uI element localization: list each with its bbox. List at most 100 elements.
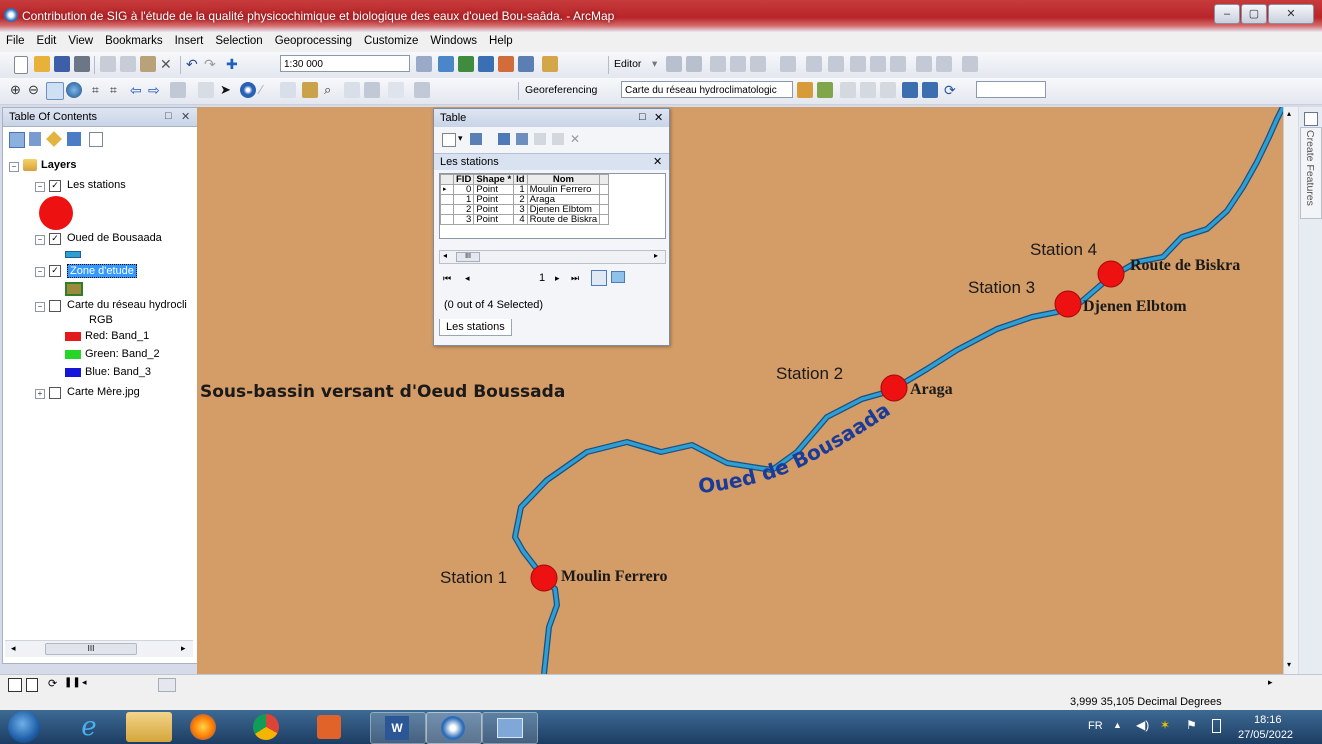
carte-mere-visibility-checkbox[interactable]	[49, 387, 61, 399]
print-icon[interactable]	[74, 56, 90, 72]
scroll-left-icon[interactable]: ◂	[11, 643, 16, 654]
file-explorer-icon[interactable]	[126, 712, 172, 742]
time-slider-icon[interactable]	[388, 82, 404, 98]
map-scroll-down-icon[interactable]: ▾	[1287, 660, 1291, 669]
rotate-display-icon[interactable]: ⟳	[944, 82, 960, 98]
layer-oued-de-bousaada[interactable]: Oued de Bousaada	[67, 232, 162, 244]
map-vertical-scrollbar[interactable]: ▴ ▾	[1283, 107, 1298, 674]
paste-icon[interactable]	[140, 56, 156, 72]
create-viewer-icon[interactable]	[414, 82, 430, 98]
list-by-source-icon[interactable]	[29, 132, 41, 146]
arctoolbox-icon[interactable]	[498, 56, 514, 72]
station-4-point[interactable]	[1097, 260, 1125, 288]
view-link-table-icon[interactable]	[902, 82, 918, 98]
stations-visibility-checkbox[interactable]: ✓	[49, 180, 61, 192]
select-elements-icon[interactable]: ➤	[220, 82, 236, 98]
last-record-icon[interactable]: ⏭	[571, 273, 579, 284]
map-scroll-right-icon[interactable]: ▸	[1268, 677, 1273, 688]
python-window-icon[interactable]	[518, 56, 534, 72]
table-row[interactable]: 2 Point 3 Djenen Elbtom	[440, 204, 610, 215]
menu-help[interactable]: Help	[483, 32, 519, 47]
layout-view-icon[interactable]	[26, 678, 38, 692]
station-3-point[interactable]	[1054, 290, 1082, 318]
scale-icon[interactable]	[840, 82, 856, 98]
editor-toolbar-icon[interactable]	[416, 56, 432, 72]
clear-table-selection-icon[interactable]	[534, 133, 546, 145]
rotate-icon[interactable]	[890, 56, 906, 72]
river-line-symbol[interactable]	[65, 251, 81, 258]
table-options-dropdown-icon[interactable]: ▾	[458, 133, 463, 144]
create-features-icon[interactable]	[962, 56, 978, 72]
modelbuilder-icon[interactable]	[542, 56, 558, 72]
toc-close-icon[interactable]: ✕	[181, 110, 190, 123]
toc-horizontal-scrollbar[interactable]: ◂ III ▸	[5, 640, 193, 657]
arcmap-taskbar-button[interactable]	[426, 712, 482, 744]
table-scroll-right-icon[interactable]: ▸	[654, 251, 658, 260]
word-taskbar-button[interactable]: W	[370, 712, 426, 744]
save-icon[interactable]	[54, 56, 70, 72]
list-by-visibility-icon[interactable]	[46, 131, 62, 147]
clear-selection-icon[interactable]	[198, 82, 214, 98]
go-to-xy-icon[interactable]	[364, 82, 380, 98]
select-features-icon[interactable]	[170, 82, 186, 98]
open-folder-icon[interactable]	[34, 56, 50, 72]
zoom-to-selected-icon[interactable]	[552, 133, 564, 145]
reshape-icon[interactable]	[828, 56, 844, 72]
action-center-flag-icon[interactable]: ⚑	[1186, 718, 1197, 732]
show-selected-records-icon[interactable]	[611, 271, 625, 283]
clock-date[interactable]: 27/05/2022	[1238, 729, 1293, 741]
related-tables-icon[interactable]	[470, 133, 482, 145]
shift-icon[interactable]	[817, 82, 833, 98]
attributes-icon[interactable]	[916, 56, 932, 72]
layer-zone-d-etude[interactable]: Zone d'etude	[67, 264, 137, 278]
endpoint-arc-icon[interactable]	[730, 56, 746, 72]
copy-icon[interactable]	[120, 56, 136, 72]
catalog-icon[interactable]	[458, 56, 474, 72]
search-window-icon[interactable]	[478, 56, 494, 72]
volume-icon[interactable]: ◀)	[1136, 718, 1149, 732]
start-button-icon[interactable]	[8, 711, 40, 743]
cut-icon[interactable]	[100, 56, 116, 72]
battery-icon[interactable]	[1212, 719, 1221, 733]
expand-carte-icon[interactable]: −	[35, 302, 45, 312]
chrome-icon[interactable]	[253, 714, 279, 740]
toc-float-icon[interactable]: □	[165, 110, 172, 122]
stations-symbol[interactable]	[39, 196, 73, 230]
table-tab-close-icon[interactable]: ✕	[653, 155, 662, 168]
menu-bookmarks[interactable]: Bookmarks	[99, 32, 169, 47]
map-view[interactable]: Station 1 Moulin Ferrero Station 2 Araga…	[197, 107, 1283, 674]
toc-options-icon[interactable]	[89, 132, 103, 147]
cut-polygons-icon[interactable]	[850, 56, 866, 72]
undo-icon[interactable]: ↶	[186, 56, 202, 72]
new-document-icon[interactable]	[14, 56, 28, 74]
firefox-icon[interactable]	[190, 714, 216, 740]
georef-layer-combo[interactable]: Carte du réseau hydroclimatologic	[621, 81, 793, 98]
close-button[interactable]: ✕	[1268, 4, 1314, 24]
full-extent-icon[interactable]	[66, 82, 82, 98]
maximize-button[interactable]: ▢	[1241, 4, 1267, 24]
select-by-attributes-icon[interactable]	[498, 133, 510, 145]
add-control-points-icon[interactable]	[860, 82, 876, 98]
carte-visibility-checkbox[interactable]	[49, 300, 61, 312]
minimize-button[interactable]: –	[1214, 4, 1240, 24]
station-1-point[interactable]	[530, 564, 558, 592]
media-player-icon[interactable]	[317, 715, 341, 739]
first-record-icon[interactable]: ⏮	[443, 273, 451, 284]
expand-carte-mere-icon[interactable]: +	[35, 389, 45, 399]
zoom-out-icon[interactable]: ⊖	[28, 82, 44, 98]
table-close-icon[interactable]: ✕	[654, 111, 663, 124]
find-route-icon[interactable]	[344, 82, 360, 98]
show-all-records-icon[interactable]	[591, 270, 607, 286]
straight-segment-icon[interactable]	[710, 56, 726, 72]
expand-oued-icon[interactable]: −	[35, 235, 45, 245]
table-row[interactable]: 3 Point 4 Route de Biskra	[440, 214, 610, 225]
previous-record-icon[interactable]: ◂	[465, 273, 470, 284]
table-scroll-left-icon[interactable]: ◂	[443, 251, 447, 260]
table-bottom-tab[interactable]: Les stations	[439, 319, 512, 336]
expand-stations-icon[interactable]: −	[35, 182, 45, 192]
table-options-icon[interactable]	[442, 133, 456, 147]
table-row[interactable]: 1 Point 2 Araga	[440, 194, 610, 205]
back-extent-icon[interactable]: ⇦	[130, 82, 146, 98]
show-hidden-icons-icon[interactable]: ▲	[1113, 720, 1122, 730]
editor-dropdown-icon[interactable]: ▾	[652, 58, 657, 70]
